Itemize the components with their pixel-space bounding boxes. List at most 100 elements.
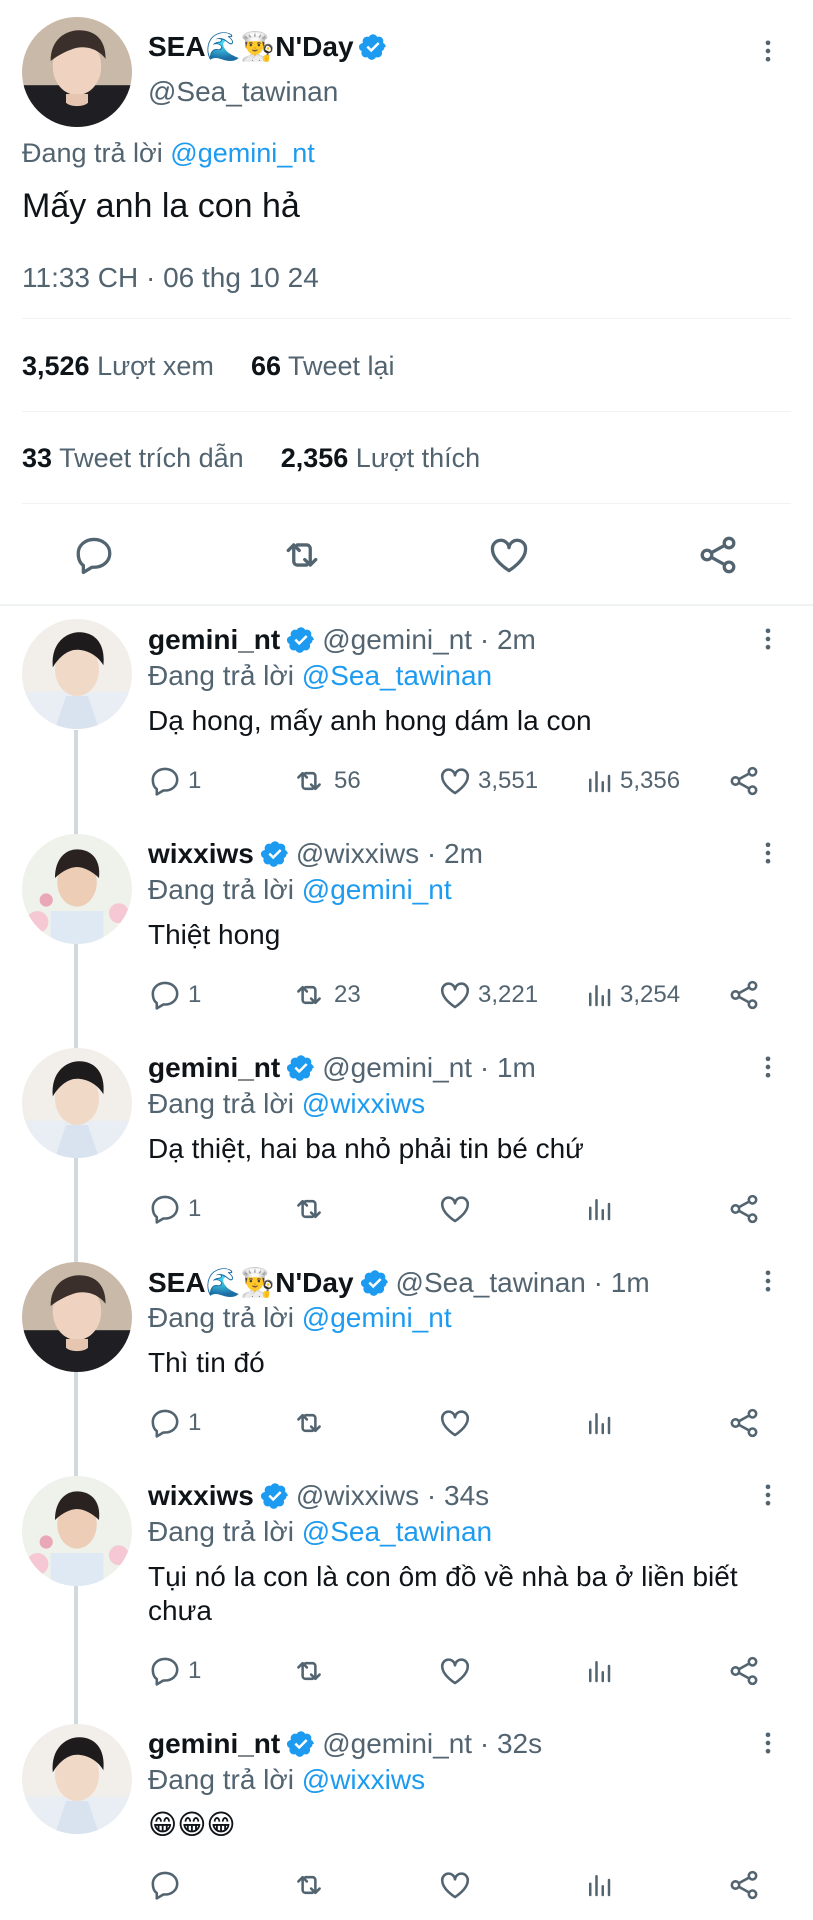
views-button[interactable]: [584, 1192, 620, 1226]
reply-handle[interactable]: @gemini_nt · 2m: [322, 624, 536, 656]
views-button[interactable]: [584, 1654, 620, 1688]
reply-display-name[interactable]: gemini_nt: [148, 1052, 280, 1084]
reply-display-name[interactable]: wixxiws: [148, 1480, 254, 1512]
share-button[interactable]: [727, 1192, 761, 1226]
retweet-button[interactable]: [290, 1192, 334, 1226]
replying-mention-link[interactable]: @Sea_tawinan: [302, 1516, 492, 1547]
reply-display-name[interactable]: gemini_nt: [148, 624, 280, 656]
quotes-label[interactable]: Tweet trích dẫn: [59, 443, 244, 473]
reply-text: Tụi nó la con là con ôm đồ về nhà ba ở l…: [148, 1561, 738, 1626]
views-icon: [584, 764, 614, 798]
retweet-icon[interactable]: [278, 533, 326, 577]
retweets-count[interactable]: 66: [251, 351, 281, 381]
replying-mention-link[interactable]: @gemini_nt: [302, 1302, 452, 1333]
main-tweet-handle[interactable]: @Sea_tawinan: [148, 76, 338, 108]
share-button[interactable]: [727, 764, 761, 798]
share-icon[interactable]: [696, 533, 740, 577]
more-options-icon[interactable]: [754, 36, 782, 66]
reply-button[interactable]: 1: [148, 978, 201, 1012]
reply-text: 😁😁😁: [148, 1809, 236, 1840]
replying-mention-link[interactable]: @Sea_tawinan: [302, 660, 492, 691]
reply-button[interactable]: 1: [148, 1406, 201, 1440]
views-button[interactable]: 5,356: [584, 764, 680, 798]
retweet-button[interactable]: [290, 1654, 334, 1688]
share-button[interactable]: [727, 1868, 761, 1902]
main-tweet-avatar[interactable]: [22, 17, 132, 127]
reply-avatar[interactable]: [22, 1476, 132, 1586]
verified-badge-icon: [260, 839, 290, 869]
retweet-button[interactable]: 23: [290, 978, 361, 1012]
replying-prefix: Đang trả lời: [148, 660, 294, 691]
views-button[interactable]: [584, 1406, 620, 1440]
reply-handle[interactable]: @gemini_nt · 1m: [322, 1052, 536, 1084]
replying-mention-link[interactable]: @wixxiws: [302, 1764, 425, 1795]
retweet-button[interactable]: 56: [290, 764, 361, 798]
reply-display-name[interactable]: wixxiws: [148, 838, 254, 870]
retweet-icon: [290, 1654, 328, 1688]
reply-icon: [148, 1654, 182, 1688]
retweet-icon: [290, 1868, 328, 1902]
likes-label[interactable]: Lượt thích: [356, 443, 480, 473]
main-tweet-author[interactable]: SEA🌊👨‍🍳N'Day: [148, 30, 388, 63]
retweet-button[interactable]: [290, 1406, 334, 1440]
more-options-icon[interactable]: [754, 1266, 782, 1296]
views-icon: [584, 1192, 614, 1226]
reply-avatar[interactable]: [22, 834, 132, 944]
reply-handle[interactable]: @wixxiws · 34s: [296, 1480, 489, 1512]
reply-handle[interactable]: @gemini_nt · 32s: [322, 1728, 542, 1760]
more-options-icon[interactable]: [754, 1480, 782, 1510]
retweets-label[interactable]: Tweet lại: [288, 351, 395, 381]
retweet-count: 56: [334, 767, 361, 794]
like-button[interactable]: [438, 1406, 478, 1440]
reply-replying-to: Đang trả lời @Sea_tawinan: [148, 660, 492, 692]
retweet-button[interactable]: [290, 1868, 334, 1902]
reply-handle[interactable]: @wixxiws · 2m: [296, 838, 483, 870]
reply-display-name[interactable]: SEA🌊👨‍🍳N'Day: [148, 1266, 354, 1299]
views-count: 3,526: [22, 351, 90, 381]
replying-mention-link[interactable]: @gemini_nt: [170, 138, 314, 168]
reply-avatar[interactable]: [22, 1262, 132, 1372]
share-button[interactable]: [727, 978, 761, 1012]
share-button[interactable]: [727, 1406, 761, 1440]
reply-avatar[interactable]: [22, 1724, 132, 1834]
share-icon: [727, 1192, 761, 1226]
reply-handle[interactable]: @Sea_tawinan · 1m: [396, 1267, 650, 1299]
reply-icon: [148, 978, 182, 1012]
views-count: 5,356: [620, 767, 681, 794]
reply-button[interactable]: 1: [148, 764, 201, 798]
likes-count[interactable]: 2,356: [281, 443, 349, 473]
like-button[interactable]: 3,221: [438, 978, 538, 1012]
reply-display-name[interactable]: gemini_nt: [148, 1728, 280, 1760]
replying-mention-link[interactable]: @wixxiws: [302, 1088, 425, 1119]
like-button[interactable]: [438, 1654, 478, 1688]
reply-count: 1: [188, 1657, 202, 1684]
reply-avatar[interactable]: [22, 1048, 132, 1158]
more-options-icon[interactable]: [754, 1052, 782, 1082]
replying-mention-link[interactable]: @gemini_nt: [302, 874, 452, 905]
like-button[interactable]: [438, 1868, 478, 1902]
reply-button[interactable]: 1: [148, 1192, 201, 1226]
reply-header: wixxiws @wixxiws · 2m: [148, 838, 483, 870]
more-options-icon[interactable]: [754, 838, 782, 868]
views-button[interactable]: 3,254: [584, 978, 680, 1012]
like-button[interactable]: [438, 1192, 478, 1226]
reply-replying-to: Đang trả lời @gemini_nt: [148, 874, 452, 906]
views-icon: [584, 1406, 614, 1440]
quotes-count[interactable]: 33: [22, 443, 52, 473]
reply-count: 1: [188, 1409, 202, 1436]
stats-quotes-likes: 33 Tweet trích dẫn 2,356 Lượt thích: [22, 443, 480, 474]
reply-avatar[interactable]: [22, 619, 132, 729]
like-icon[interactable]: [487, 533, 531, 577]
more-options-icon[interactable]: [754, 624, 782, 654]
views-button[interactable]: [584, 1868, 620, 1902]
reply-icon[interactable]: [72, 533, 116, 577]
reply-button[interactable]: [148, 1868, 188, 1902]
reply-button[interactable]: 1: [148, 1654, 201, 1688]
share-button[interactable]: [727, 1654, 761, 1688]
reply-actions: 1 56 3,551 5,356: [0, 762, 813, 800]
more-options-icon[interactable]: [754, 1728, 782, 1758]
main-tweet-timestamp[interactable]: 11:33 CH · 06 thg 10 24: [22, 262, 319, 294]
share-icon: [727, 1654, 761, 1688]
reply-count: 1: [188, 767, 202, 794]
like-button[interactable]: 3,551: [438, 764, 538, 798]
